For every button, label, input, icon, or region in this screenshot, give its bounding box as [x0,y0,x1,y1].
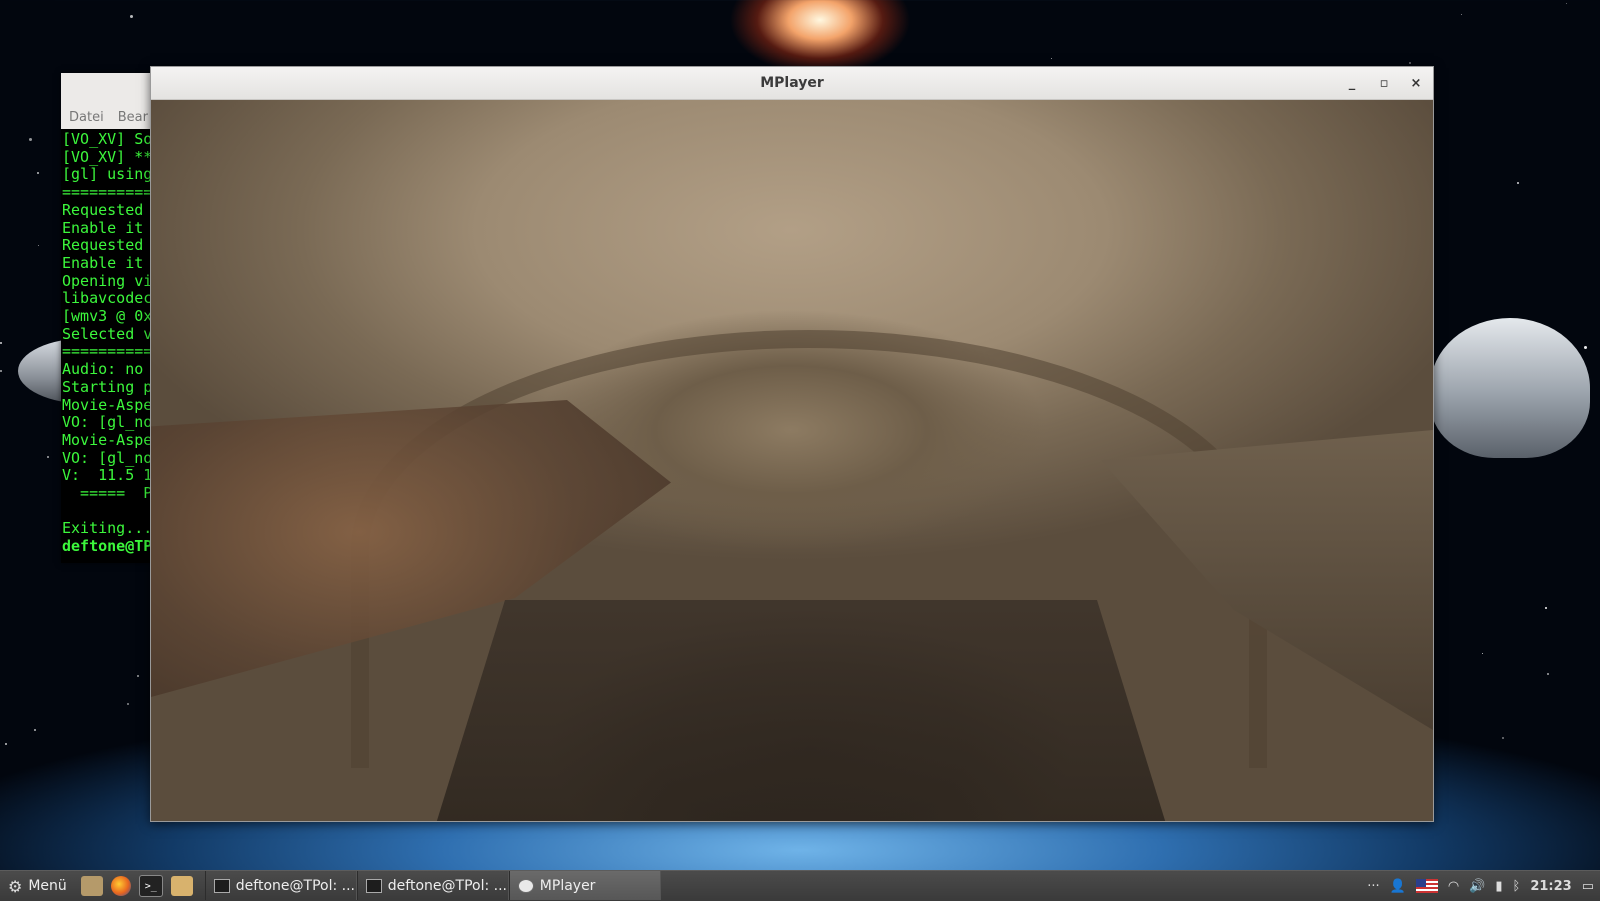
terminal-icon [213,878,230,893]
star [0,370,2,372]
volume-icon[interactable]: 🔊 [1469,879,1485,894]
wifi-icon[interactable]: ◠ [1448,879,1459,894]
files-icon[interactable] [80,876,103,896]
star [1461,14,1462,15]
star [0,342,2,344]
star [1566,3,1567,4]
system-tray: ··· 👤 ◠ 🔊 ▮ ᛒ 21:23 ▭ [1367,879,1600,894]
spaceship-right [1430,318,1590,458]
star [34,729,36,731]
task-label: deftone@TPol: ... [387,877,507,894]
keyboard-layout-flag-icon[interactable] [1415,879,1438,893]
window-controls: _ ▫ × [1343,67,1425,99]
terminal-menu-datei[interactable]: Datei [69,110,104,125]
star [1584,346,1587,349]
start-menu-button[interactable]: ⚙ Menü [0,871,75,901]
star [1409,62,1411,64]
star [1482,653,1483,654]
star [5,743,7,745]
gear-icon: ⚙ [8,876,23,896]
star [1502,737,1504,739]
video-floor [431,600,1171,821]
terminal-icon [365,878,382,893]
star [1547,673,1549,675]
star [38,245,39,246]
task-terminal-2[interactable]: deftone@TPol: ... [356,871,509,900]
star [1545,607,1547,609]
user-icon[interactable]: 👤 [1390,879,1406,894]
battery-icon[interactable]: ▮ [1495,879,1502,894]
firefox-icon[interactable] [110,876,131,896]
task-terminal-1[interactable]: deftone@TPol: ... [204,871,357,900]
window-title: MPlayer [760,75,824,91]
star [127,703,129,705]
taskbar: ⚙ Menü >_ deftone@TPol: ... deftone@TPol… [0,870,1600,901]
terminal-menu-bearbeiten[interactable]: Bear [118,110,148,125]
clock[interactable]: 21:23 [1530,879,1571,894]
folder-icon[interactable] [170,876,193,896]
star [29,138,32,141]
star [130,15,133,18]
maximize-button[interactable]: ▫ [1375,74,1393,92]
show-desktop-icon[interactable]: ▭ [1582,879,1594,894]
bluetooth-icon[interactable]: ᛒ [1513,879,1521,894]
tray-overflow-icon[interactable]: ··· [1367,879,1379,894]
star [37,172,39,174]
terminal-icon[interactable]: >_ [138,875,163,897]
star [1517,182,1519,184]
task-list: deftone@TPol: ... deftone@TPol: ... MPla… [204,871,661,901]
video-frame[interactable] [151,100,1433,821]
task-label: MPlayer [539,877,596,894]
star [137,675,139,677]
star [47,456,49,458]
start-menu-label: Menü [28,878,67,894]
mplayer-icon [517,878,534,893]
star [1051,58,1052,59]
quick-launch: >_ [80,875,193,897]
close-button[interactable]: × [1407,74,1425,92]
mplayer-titlebar[interactable]: MPlayer _ ▫ × [151,67,1433,100]
minimize-button[interactable]: _ [1343,74,1361,92]
mplayer-window[interactable]: MPlayer _ ▫ × [150,66,1434,822]
task-mplayer[interactable]: MPlayer [508,871,661,900]
task-label: deftone@TPol: ... [235,877,355,894]
